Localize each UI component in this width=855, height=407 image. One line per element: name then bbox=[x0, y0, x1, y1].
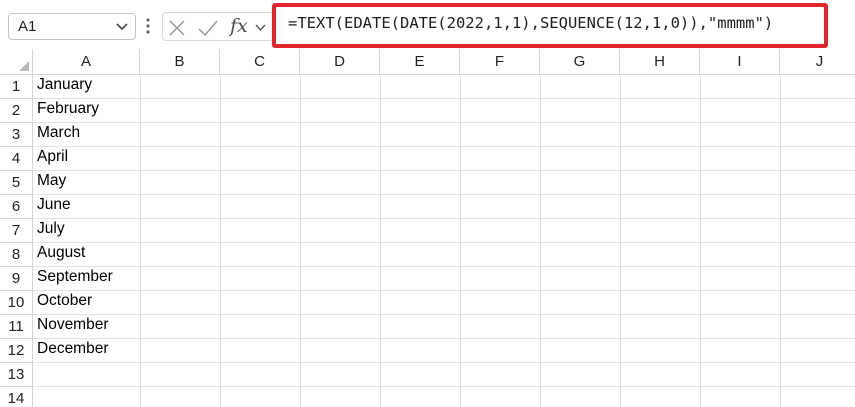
formula-controls: fx bbox=[162, 12, 272, 41]
row-header[interactable]: 12 bbox=[0, 339, 33, 363]
formula-text: =TEXT(EDATE(DATE(2022,1,1),SEQUENCE(12,1… bbox=[288, 14, 774, 32]
grid-line bbox=[540, 75, 541, 407]
formula-input[interactable]: =TEXT(EDATE(DATE(2022,1,1),SEQUENCE(12,1… bbox=[272, 3, 828, 48]
grid-line bbox=[33, 362, 855, 363]
row-header[interactable]: 8 bbox=[0, 243, 33, 267]
row-header[interactable]: 1 bbox=[0, 75, 33, 99]
cell-a2[interactable]: February bbox=[33, 97, 140, 121]
name-box[interactable]: A1 bbox=[8, 13, 136, 40]
grid-line bbox=[33, 386, 855, 387]
column-header-h[interactable]: H bbox=[620, 49, 700, 75]
grid-line bbox=[33, 194, 855, 195]
select-all-button[interactable] bbox=[0, 49, 33, 75]
grid-line bbox=[33, 218, 855, 219]
cell-a11[interactable]: November bbox=[33, 313, 140, 337]
grid-line bbox=[620, 75, 621, 407]
column-header-g[interactable]: G bbox=[540, 49, 620, 75]
row-header[interactable]: 13 bbox=[0, 363, 33, 387]
cell-a3[interactable]: March bbox=[33, 121, 140, 145]
grid-line bbox=[220, 75, 221, 407]
row-header[interactable]: 9 bbox=[0, 267, 33, 291]
column-header-f[interactable]: F bbox=[460, 49, 540, 75]
grid-line bbox=[33, 314, 855, 315]
cell-a14[interactable] bbox=[33, 385, 140, 407]
cell-a9[interactable]: September bbox=[33, 265, 140, 289]
column-header-row: A B C D E F G H I J bbox=[0, 49, 855, 75]
grid-line bbox=[33, 338, 855, 339]
grid-line bbox=[33, 122, 855, 123]
column-header-c[interactable]: C bbox=[220, 49, 300, 75]
grid-line bbox=[33, 242, 855, 243]
cell-a10[interactable]: October bbox=[33, 289, 140, 313]
chevron-down-icon[interactable] bbox=[254, 22, 267, 33]
grid-line bbox=[33, 266, 855, 267]
cancel-icon[interactable] bbox=[168, 19, 186, 37]
column-header-d[interactable]: D bbox=[300, 49, 380, 75]
row-header[interactable]: 4 bbox=[0, 147, 33, 171]
cell-a1[interactable]: January bbox=[33, 73, 140, 97]
name-box-value: A1 bbox=[18, 18, 37, 35]
column-header-e[interactable]: E bbox=[380, 49, 460, 75]
select-all-icon bbox=[19, 61, 29, 71]
grid-line bbox=[140, 75, 141, 407]
cell-a8[interactable]: August bbox=[33, 241, 140, 265]
row-header[interactable]: 11 bbox=[0, 315, 33, 339]
grid-line bbox=[33, 170, 855, 171]
grid-line bbox=[380, 75, 381, 407]
chevron-down-icon[interactable] bbox=[115, 21, 129, 33]
grid-line bbox=[33, 290, 855, 291]
grid-line bbox=[33, 98, 855, 99]
more-options-icon[interactable] bbox=[144, 14, 152, 38]
row-header[interactable]: 3 bbox=[0, 123, 33, 147]
row-header[interactable]: 10 bbox=[0, 291, 33, 315]
cell-a5[interactable]: May bbox=[33, 169, 140, 193]
cell-a12[interactable]: December bbox=[33, 337, 140, 361]
column-header-b[interactable]: B bbox=[140, 49, 220, 75]
row-header[interactable]: 7 bbox=[0, 219, 33, 243]
grid-line bbox=[300, 75, 301, 407]
grid-line bbox=[700, 75, 701, 407]
row-header[interactable]: 6 bbox=[0, 195, 33, 219]
cell-a4[interactable]: April bbox=[33, 145, 140, 169]
grid-line bbox=[33, 146, 855, 147]
row-header[interactable]: 2 bbox=[0, 99, 33, 123]
spreadsheet-grid: A B C D E F G H I J 1 2 3 4 5 6 7 8 9 10… bbox=[0, 47, 855, 407]
cell-a6[interactable]: June bbox=[33, 193, 140, 217]
row-header[interactable]: 14 bbox=[0, 387, 33, 407]
grid-line bbox=[460, 75, 461, 407]
column-header-i[interactable]: I bbox=[700, 49, 780, 75]
cell-a13[interactable] bbox=[33, 361, 140, 385]
row-header[interactable]: 5 bbox=[0, 171, 33, 195]
insert-function-icon[interactable]: fx bbox=[230, 15, 248, 37]
grid-line bbox=[780, 75, 781, 407]
column-header-j[interactable]: J bbox=[780, 49, 855, 75]
column-header-a[interactable]: A bbox=[33, 49, 140, 75]
cell-a7[interactable]: July bbox=[33, 217, 140, 241]
formula-bar: A1 fx =TEXT(EDATE(DATE(2022,1,1),SEQUENC… bbox=[0, 0, 855, 52]
check-icon[interactable] bbox=[197, 18, 219, 38]
